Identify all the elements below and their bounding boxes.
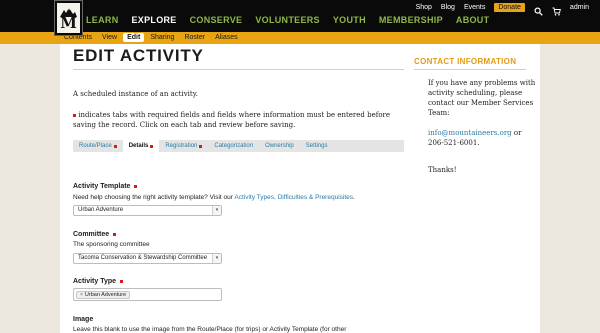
image-help: Leave this blank to use the image from t… [73, 326, 347, 333]
edit-tabs: Contents View Edit Sharing Roster Aliase… [60, 33, 242, 42]
tab-categorization[interactable]: Categorization [208, 140, 259, 152]
activity-type-label-text: Activity Type [73, 278, 117, 285]
activity-type-token-label: Urban Adventure [84, 291, 127, 298]
utility-nav: Shop Blog Events Donate admin [416, 1, 589, 16]
form-tabs: Route/Place Details Registration Categor… [73, 140, 404, 152]
activity-types-link[interactable]: Activity Types, Difficulties & Prerequis… [234, 194, 353, 201]
committee-label-text: Committee [73, 231, 110, 238]
required-marker [113, 232, 117, 236]
contact-title: CONTACT INFORMATION [414, 57, 517, 66]
mountaineers-logo[interactable]: M [55, 1, 82, 35]
required-marker [73, 113, 76, 117]
tab-ownership[interactable]: Ownership [259, 140, 300, 152]
subtab-roster[interactable]: Roster [180, 33, 209, 42]
nav-conserve[interactable]: CONSERVE [190, 15, 243, 25]
user-menu[interactable]: admin [570, 4, 589, 11]
nav-youth[interactable]: YOUTH [333, 15, 366, 25]
subtab-sharing[interactable]: Sharing [146, 33, 178, 42]
subtab-view[interactable]: View [98, 33, 121, 42]
activity-template-select[interactable]: Urban Adventure ▾ [73, 205, 222, 216]
nav-learn[interactable]: LEARN [86, 15, 119, 25]
activity-type-select[interactable]: × Urban Adventure [73, 288, 222, 301]
subtab-aliases[interactable]: Aliases [211, 33, 242, 42]
template-help: Need help choosing the right activity te… [73, 194, 355, 201]
contact-email-suffix: or [511, 129, 522, 137]
committee-select[interactable]: Tacoma Conservation & Stewardship Commit… [73, 253, 222, 264]
shop-link[interactable]: Shop [416, 4, 432, 11]
template-label-text: Activity Template [73, 183, 131, 190]
title-divider [73, 69, 404, 70]
contact-thanks: Thanks! [428, 166, 457, 174]
logo-letter: M [60, 14, 77, 32]
required-hint: indicates tabs with required fields and … [73, 110, 403, 130]
activity-type-label: Activity Type [73, 278, 124, 285]
page-intro: A scheduled instance of an activity. [73, 90, 198, 98]
nav-membership[interactable]: MEMBERSHIP [379, 15, 443, 25]
tab-route-place[interactable]: Route/Place [73, 140, 123, 152]
chevron-down-icon: ▾ [212, 206, 221, 215]
blog-link[interactable]: Blog [441, 4, 455, 11]
main-nav: LEARN EXPLORE CONSERVE VOLUNTEERS YOUTH … [86, 15, 489, 25]
required-marker [150, 144, 154, 148]
activity-template-value: Urban Adventure [78, 207, 124, 213]
tab-settings[interactable]: Settings [300, 140, 334, 152]
nav-explore[interactable]: EXPLORE [132, 15, 177, 25]
required-marker [199, 144, 203, 148]
required-marker [134, 184, 138, 188]
mountain-icon [60, 8, 77, 17]
tab-label: Settings [305, 143, 328, 149]
contact-phone: 206-521-6001. [428, 139, 480, 147]
required-hint-text: indicates tabs with required fields and … [73, 111, 391, 129]
image-label: Image [73, 316, 94, 323]
required-marker [120, 279, 124, 283]
chevron-down-icon: ▾ [212, 254, 221, 263]
tab-details[interactable]: Details [122, 140, 160, 152]
tab-label: Ownership [265, 143, 294, 149]
events-link[interactable]: Events [464, 4, 485, 11]
committee-label: Committee [73, 231, 117, 238]
page-title: EDIT ACTIVITY [73, 46, 204, 65]
template-help-suffix: . [353, 194, 355, 201]
contact-text: If you have any problems with activity s… [428, 78, 536, 148]
required-marker [113, 144, 117, 148]
remove-icon[interactable]: × [80, 292, 83, 299]
contact-description: If you have any problems with activity s… [428, 79, 536, 117]
contact-email-link[interactable]: info@mountaineers.org [428, 129, 512, 137]
nav-about[interactable]: ABOUT [456, 15, 490, 25]
tab-label: Registration [165, 143, 198, 149]
cart-icon[interactable] [552, 3, 561, 16]
template-label: Activity Template [73, 183, 138, 190]
committee-help: The sponsoring committee [73, 241, 150, 248]
search-icon[interactable] [534, 3, 543, 16]
tab-label: Details [128, 143, 149, 149]
donate-button[interactable]: Donate [494, 2, 525, 12]
activity-type-token[interactable]: × Urban Adventure [76, 291, 131, 299]
tab-registration[interactable]: Registration [159, 140, 208, 152]
tab-label: Categorization [214, 143, 254, 149]
nav-volunteers[interactable]: VOLUNTEERS [255, 15, 320, 25]
subtab-edit[interactable]: Edit [123, 33, 145, 42]
tab-label: Route/Place [79, 143, 112, 149]
committee-value: Tacoma Conservation & Stewardship Commit… [78, 255, 208, 261]
contact-divider [414, 69, 526, 70]
template-help-prefix: Need help choosing the right activity te… [73, 194, 235, 201]
